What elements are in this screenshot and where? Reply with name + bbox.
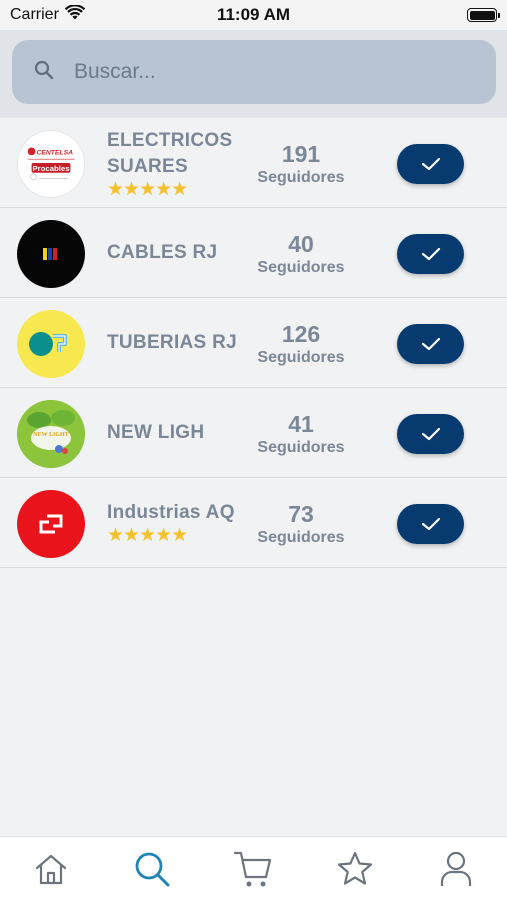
battery-icon: [467, 8, 500, 22]
wifi-icon: [64, 4, 86, 25]
tab-favorites[interactable]: [325, 849, 385, 889]
status-left: Carrier: [10, 4, 86, 25]
tab-bar: [0, 836, 507, 900]
store-name: NEW LIGH: [107, 422, 205, 443]
followers-count: 73: [288, 501, 314, 527]
follow-button[interactable]: [397, 504, 464, 544]
followers-label: Seguidores: [257, 439, 345, 456]
tab-search[interactable]: [122, 849, 182, 889]
store-name-line2: SUARES: [107, 156, 188, 177]
status-bar: Carrier 11:09 AM: [0, 0, 507, 30]
cart-icon: [234, 851, 272, 887]
tab-profile[interactable]: [426, 849, 486, 889]
followers-count: 40: [288, 231, 314, 257]
store-name-block: ELECTRICOS SUARES ★★★★★: [107, 128, 257, 200]
store-logo: [17, 310, 85, 378]
check-icon: [421, 157, 440, 171]
list-item[interactable]: CABLES RJ 40 Seguidores: [0, 208, 507, 298]
user-icon: [441, 851, 472, 886]
followers-label: Seguidores: [257, 259, 345, 276]
store-list: CENTELSA Procables ELECTRICOS SUARES ★★★…: [0, 118, 507, 568]
followers-count: 41: [288, 411, 314, 437]
followers-block: 73 Seguidores: [250, 500, 352, 548]
tab-home[interactable]: [21, 849, 81, 889]
tab-cart[interactable]: [223, 849, 283, 889]
search-bar[interactable]: [12, 40, 496, 104]
follow-button[interactable]: [397, 324, 464, 364]
store-logo: CENTELSA Procables: [17, 130, 85, 198]
followers-label: Seguidores: [257, 169, 345, 186]
followers-block: 126 Seguidores: [250, 320, 352, 368]
rating-stars: ★★★★★: [107, 179, 188, 200]
followers-label: Seguidores: [257, 529, 345, 546]
check-icon: [421, 247, 440, 261]
store-name-block: Industrias AQ ★★★★★: [107, 500, 257, 546]
followers-label: Seguidores: [257, 349, 345, 366]
store-name-block: CABLES RJ: [107, 240, 257, 266]
store-logo: [17, 220, 85, 288]
check-icon: [421, 337, 440, 351]
followers-count: 126: [281, 321, 321, 347]
store-name: CABLES RJ: [107, 242, 218, 263]
list-item[interactable]: TUBERIAS RJ 126 Seguidores: [0, 298, 507, 388]
logo-text-newlight: NEW LIGHT: [33, 432, 68, 438]
store-name: Industrias AQ: [107, 502, 235, 523]
store-logo: NEW LIGHT: [17, 400, 85, 468]
home-icon: [35, 854, 66, 885]
followers-count: 191: [281, 141, 321, 167]
follow-button[interactable]: [397, 144, 464, 184]
store-logo: [17, 490, 85, 558]
followers-block: 40 Seguidores: [250, 230, 352, 278]
search-input[interactable]: [74, 60, 454, 84]
carrier-label: Carrier: [10, 6, 59, 23]
list-item[interactable]: CENTELSA Procables ELECTRICOS SUARES ★★★…: [0, 118, 507, 208]
store-name: TUBERIAS RJ: [107, 332, 237, 353]
rating-stars: ★★★★★: [107, 525, 188, 546]
check-icon: [421, 427, 440, 441]
followers-block: 191 Seguidores: [250, 140, 352, 188]
list-item[interactable]: NEW LIGHT NEW LIGH 41 Seguidores: [0, 388, 507, 478]
logo-text-centelsa: CENTELSA: [36, 149, 73, 156]
followers-block: 41 Seguidores: [250, 410, 352, 458]
follow-button[interactable]: [397, 414, 464, 454]
star-icon: [337, 851, 372, 885]
store-name-block: TUBERIAS RJ: [107, 330, 257, 356]
check-icon: [421, 517, 440, 531]
list-item[interactable]: Industrias AQ ★★★★★ 73 Seguidores: [0, 478, 507, 568]
search-icon: [135, 852, 170, 887]
store-name: ELECTRICOS: [107, 130, 233, 151]
search-header: [0, 30, 507, 118]
follow-button[interactable]: [397, 234, 464, 274]
store-name-block: NEW LIGH: [107, 420, 257, 446]
search-icon: [34, 60, 54, 85]
logo-text-procables: Procables: [32, 164, 69, 173]
